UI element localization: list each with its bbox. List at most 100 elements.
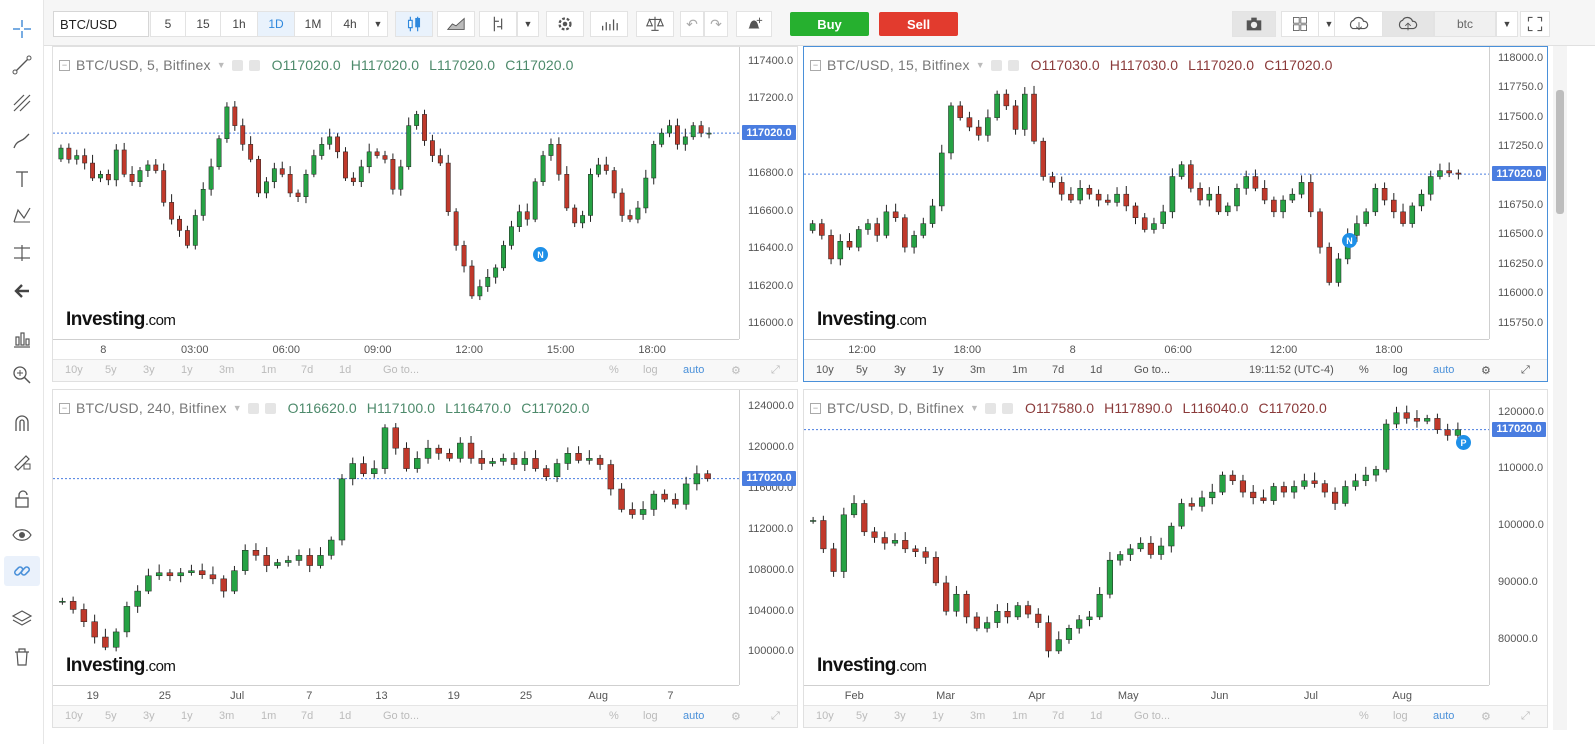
indicators-dropdown[interactable]: ▼ — [517, 11, 539, 37]
chevron-down-icon[interactable]: ▼ — [233, 403, 242, 413]
fib-icon[interactable] — [4, 88, 40, 118]
chevron-down-icon[interactable]: ▼ — [217, 60, 226, 70]
range-button[interactable]: 7d — [1052, 364, 1064, 376]
series-title[interactable]: BTC/USD, 5, Bitfinex — [76, 57, 211, 73]
auto-toggle[interactable]: auto — [1433, 364, 1454, 376]
trend-line-icon[interactable] — [4, 50, 40, 80]
price-axis[interactable]: 117400.0117200.0117000.0116800.0116600.0… — [739, 47, 797, 339]
price-chart[interactable] — [53, 390, 739, 685]
gear-icon[interactable]: ⚙ — [1481, 364, 1491, 377]
range-button[interactable]: 3y — [143, 364, 155, 376]
buy-button[interactable]: Buy — [790, 12, 869, 36]
range-button[interactable]: 1d — [1090, 364, 1102, 376]
load-cloud-button[interactable] — [1334, 11, 1384, 37]
interval-1d[interactable]: 1D — [257, 11, 295, 37]
range-button[interactable]: 10y — [816, 710, 834, 722]
range-button[interactable]: 1d — [339, 364, 351, 376]
collapse-icon[interactable]: − — [59, 402, 70, 414]
range-button[interactable]: 10y — [65, 364, 83, 376]
time-axis[interactable]: 8 03:00 06:00 09:00 12:00 15:00 18:00 — [53, 339, 739, 359]
series-title[interactable]: BTC/USD, D, Bitfinex — [827, 400, 964, 416]
text-icon[interactable] — [4, 164, 40, 194]
range-button[interactable]: Go to... — [383, 364, 419, 376]
range-button[interactable]: 3y — [894, 364, 906, 376]
interval-1m[interactable]: 1M — [294, 11, 332, 37]
interval-dropdown[interactable]: ▼ — [368, 11, 388, 37]
price-chart[interactable] — [804, 390, 1489, 685]
log-toggle[interactable]: log — [643, 364, 658, 376]
chart-pane[interactable]: − BTC/USD, 15, Bitfinex ▼ O117030.0 H117030.… — [803, 46, 1548, 382]
compare-button[interactable] — [437, 11, 475, 37]
range-button[interactable]: 10y — [816, 364, 834, 376]
range-button[interactable]: Go to... — [383, 710, 419, 722]
settings-icon[interactable] — [1007, 59, 1019, 71]
alert-button[interactable] — [736, 11, 772, 37]
magnet-icon[interactable] — [4, 408, 40, 438]
percent-toggle[interactable]: % — [1359, 364, 1369, 376]
scrollbar-thumb[interactable] — [1556, 90, 1564, 214]
settings-button[interactable] — [546, 11, 584, 37]
range-button[interactable]: 1d — [339, 710, 351, 722]
unlock-icon[interactable] — [4, 484, 40, 514]
eye-toggle-icon[interactable] — [984, 402, 996, 414]
fullscreen-button[interactable] — [1520, 11, 1550, 37]
eye-toggle-icon[interactable] — [247, 402, 259, 414]
log-toggle[interactable]: log — [1393, 710, 1408, 722]
trash-icon[interactable] — [4, 642, 40, 672]
range-button[interactable]: 1y — [932, 364, 944, 376]
link-icon[interactable] — [4, 556, 40, 586]
save-cloud-button[interactable] — [1382, 11, 1434, 37]
percent-toggle[interactable]: % — [609, 710, 619, 722]
price-axis[interactable]: 120000.0 110000.0 100000.0 90000.0 80000.0 11… — [1489, 390, 1547, 685]
gear-icon[interactable]: ⚙ — [731, 710, 741, 723]
percent-toggle[interactable]: % — [1359, 710, 1369, 722]
save-name-field[interactable]: btc — [1434, 11, 1496, 37]
range-button[interactable]: 1y — [181, 710, 193, 722]
time-axis[interactable]: Feb Mar Apr May Jun Jul Aug — [804, 685, 1489, 705]
redo-button[interactable]: ↷ — [704, 11, 728, 37]
expand-icon[interactable]: ⤢ — [1521, 364, 1530, 377]
time-axis[interactable]: 19 25 Jul 7 13 19 25 Aug 7 — [53, 685, 739, 705]
range-button[interactable]: 5y — [105, 364, 117, 376]
range-button[interactable]: Go to... — [1134, 710, 1170, 722]
range-button[interactable]: 1d — [1090, 710, 1102, 722]
log-toggle[interactable]: log — [1393, 364, 1408, 376]
lock-draw-icon[interactable] — [4, 446, 40, 476]
symbol-input[interactable] — [53, 11, 149, 37]
eye-toggle-icon[interactable] — [990, 59, 1002, 71]
range-button[interactable]: 5y — [856, 364, 868, 376]
price-axis[interactable]: 118000.0117750.0117500.0117250.0117000.0… — [1489, 47, 1547, 339]
save-dropdown[interactable]: ▼ — [1496, 11, 1518, 37]
eye-toggle-icon[interactable] — [231, 59, 243, 71]
range-button[interactable]: 7d — [1052, 710, 1064, 722]
indicators-button[interactable] — [479, 11, 517, 37]
news-marker-icon[interactable]: N — [533, 247, 548, 262]
log-toggle[interactable]: log — [643, 710, 658, 722]
news-marker-icon[interactable]: N — [1342, 233, 1357, 248]
auto-toggle[interactable]: auto — [1433, 710, 1454, 722]
series-title[interactable]: BTC/USD, 15, Bitfinex — [827, 57, 970, 73]
range-button[interactable]: 1y — [181, 364, 193, 376]
price-chart[interactable] — [804, 47, 1489, 339]
settings-icon[interactable] — [248, 59, 260, 71]
chart-pane[interactable]: − BTC/USD, 5, Bitfinex ▼ O117020.0 H117020.0… — [52, 46, 798, 382]
chart-pane[interactable]: − BTC/USD, 240, Bitfinex ▼ O116620.0 H117100… — [52, 389, 798, 728]
crosshair-icon[interactable] — [4, 14, 40, 44]
pattern-icon[interactable] — [4, 200, 40, 230]
time-axis[interactable]: 12:00 18:00 8 06:00 12:00 18:00 — [804, 339, 1489, 359]
interval-15[interactable]: 15 — [185, 11, 221, 37]
range-button[interactable]: 3m — [219, 710, 234, 722]
volume-button[interactable] — [590, 11, 628, 37]
measure-icon[interactable] — [4, 238, 40, 268]
settings-icon[interactable] — [264, 402, 276, 414]
collapse-icon[interactable]: − — [810, 59, 821, 71]
layers-icon[interactable] — [4, 604, 40, 634]
range-button[interactable]: 3m — [970, 710, 985, 722]
percent-toggle[interactable]: % — [609, 364, 619, 376]
undo-button[interactable]: ↶ — [680, 11, 704, 37]
range-button[interactable]: 7d — [301, 364, 313, 376]
range-button[interactable]: 3m — [970, 364, 985, 376]
range-button[interactable]: 1y — [932, 710, 944, 722]
interval-1h[interactable]: 1h — [220, 11, 258, 37]
series-title[interactable]: BTC/USD, 240, Bitfinex — [76, 400, 227, 416]
